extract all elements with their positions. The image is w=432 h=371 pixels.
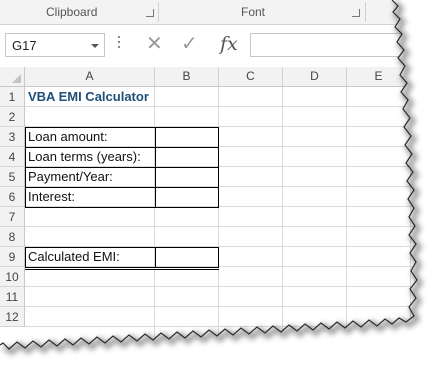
torn-paper-frame bbox=[0, 0, 432, 371]
